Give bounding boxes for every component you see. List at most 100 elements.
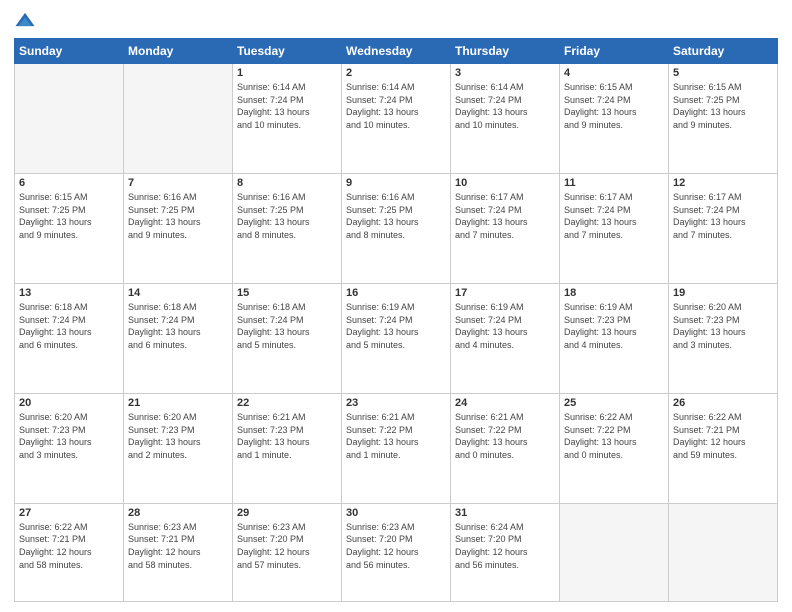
day-info: Sunrise: 6:22 AM Sunset: 7:21 PM Dayligh… bbox=[673, 411, 773, 461]
day-info: Sunrise: 6:19 AM Sunset: 7:24 PM Dayligh… bbox=[346, 301, 446, 351]
logo-icon bbox=[14, 10, 36, 32]
calendar-cell: 21 Sunrise: 6:20 AM Sunset: 7:23 PM Dayli… bbox=[124, 393, 233, 503]
calendar-cell: 8 Sunrise: 6:16 AM Sunset: 7:25 PM Daylig… bbox=[233, 173, 342, 283]
day-info: Sunrise: 6:15 AM Sunset: 7:25 PM Dayligh… bbox=[673, 81, 773, 131]
day-info: Sunrise: 6:18 AM Sunset: 7:24 PM Dayligh… bbox=[128, 301, 228, 351]
day-number: 25 bbox=[564, 397, 664, 409]
day-number: 22 bbox=[237, 397, 337, 409]
weekday-header-friday: Friday bbox=[560, 39, 669, 64]
day-info: Sunrise: 6:20 AM Sunset: 7:23 PM Dayligh… bbox=[19, 411, 119, 461]
calendar-cell: 11 Sunrise: 6:17 AM Sunset: 7:24 PM Dayli… bbox=[560, 173, 669, 283]
calendar-cell: 5 Sunrise: 6:15 AM Sunset: 7:25 PM Daylig… bbox=[669, 64, 778, 174]
day-info: Sunrise: 6:20 AM Sunset: 7:23 PM Dayligh… bbox=[128, 411, 228, 461]
logo bbox=[14, 10, 40, 32]
calendar-cell: 13 Sunrise: 6:18 AM Sunset: 7:24 PM Dayli… bbox=[15, 283, 124, 393]
day-number: 8 bbox=[237, 177, 337, 189]
day-info: Sunrise: 6:19 AM Sunset: 7:24 PM Dayligh… bbox=[455, 301, 555, 351]
calendar-cell: 3 Sunrise: 6:14 AM Sunset: 7:24 PM Daylig… bbox=[451, 64, 560, 174]
day-number: 9 bbox=[346, 177, 446, 189]
weekday-header-thursday: Thursday bbox=[451, 39, 560, 64]
day-number: 1 bbox=[237, 67, 337, 79]
day-number: 23 bbox=[346, 397, 446, 409]
calendar-cell: 9 Sunrise: 6:16 AM Sunset: 7:25 PM Daylig… bbox=[342, 173, 451, 283]
day-number: 16 bbox=[346, 287, 446, 299]
day-info: Sunrise: 6:17 AM Sunset: 7:24 PM Dayligh… bbox=[564, 191, 664, 241]
calendar-cell: 19Sunrise: 6:20 AM Sunset: 7:23 PM Dayli… bbox=[669, 283, 778, 393]
day-number: 15 bbox=[237, 287, 337, 299]
day-number: 20 bbox=[19, 397, 119, 409]
calendar-cell bbox=[124, 64, 233, 174]
day-info: Sunrise: 6:21 AM Sunset: 7:23 PM Dayligh… bbox=[237, 411, 337, 461]
day-number: 18 bbox=[564, 287, 664, 299]
calendar-cell: 20 Sunrise: 6:20 AM Sunset: 7:23 PM Dayli… bbox=[15, 393, 124, 503]
day-number: 21 bbox=[128, 397, 228, 409]
day-number: 2 bbox=[346, 67, 446, 79]
day-info: Sunrise: 6:17 AM Sunset: 7:24 PM Dayligh… bbox=[673, 191, 773, 241]
day-info: Sunrise: 6:14 AM Sunset: 7:24 PM Dayligh… bbox=[455, 81, 555, 131]
day-number: 6 bbox=[19, 177, 119, 189]
day-info: Sunrise: 6:15 AM Sunset: 7:24 PM Dayligh… bbox=[564, 81, 664, 131]
calendar-cell: 23 Sunrise: 6:21 AM Sunset: 7:22 PM Dayli… bbox=[342, 393, 451, 503]
day-info: Sunrise: 6:22 AM Sunset: 7:22 PM Dayligh… bbox=[564, 411, 664, 461]
day-number: 11 bbox=[564, 177, 664, 189]
day-info: Sunrise: 6:16 AM Sunset: 7:25 PM Dayligh… bbox=[346, 191, 446, 241]
weekday-header-wednesday: Wednesday bbox=[342, 39, 451, 64]
calendar-cell: 18Sunrise: 6:19 AM Sunset: 7:23 PM Dayli… bbox=[560, 283, 669, 393]
calendar-cell: 27 Sunrise: 6:22 AM Sunset: 7:21 PM Dayli… bbox=[15, 503, 124, 601]
day-number: 10 bbox=[455, 177, 555, 189]
calendar-cell: 6 Sunrise: 6:15 AM Sunset: 7:25 PM Daylig… bbox=[15, 173, 124, 283]
calendar-cell: 15 Sunrise: 6:18 AM Sunset: 7:24 PM Dayli… bbox=[233, 283, 342, 393]
calendar-week-row: 20 Sunrise: 6:20 AM Sunset: 7:23 PM Dayli… bbox=[15, 393, 778, 503]
calendar-week-row: 6 Sunrise: 6:15 AM Sunset: 7:25 PM Daylig… bbox=[15, 173, 778, 283]
day-info: Sunrise: 6:16 AM Sunset: 7:25 PM Dayligh… bbox=[128, 191, 228, 241]
day-info: Sunrise: 6:21 AM Sunset: 7:22 PM Dayligh… bbox=[455, 411, 555, 461]
day-info: Sunrise: 6:18 AM Sunset: 7:24 PM Dayligh… bbox=[237, 301, 337, 351]
weekday-header-row: SundayMondayTuesdayWednesdayThursdayFrid… bbox=[15, 39, 778, 64]
day-number: 7 bbox=[128, 177, 228, 189]
calendar-cell bbox=[669, 503, 778, 601]
calendar-cell: 25 Sunrise: 6:22 AM Sunset: 7:22 PM Dayli… bbox=[560, 393, 669, 503]
weekday-header-tuesday: Tuesday bbox=[233, 39, 342, 64]
weekday-header-monday: Monday bbox=[124, 39, 233, 64]
day-number: 17 bbox=[455, 287, 555, 299]
day-number: 24 bbox=[455, 397, 555, 409]
calendar-cell: 30Sunrise: 6:23 AM Sunset: 7:20 PM Dayli… bbox=[342, 503, 451, 601]
calendar-cell: 2 Sunrise: 6:14 AM Sunset: 7:24 PM Daylig… bbox=[342, 64, 451, 174]
calendar-table: SundayMondayTuesdayWednesdayThursdayFrid… bbox=[14, 38, 778, 602]
calendar-cell: 26Sunrise: 6:22 AM Sunset: 7:21 PM Dayli… bbox=[669, 393, 778, 503]
day-info: Sunrise: 6:21 AM Sunset: 7:22 PM Dayligh… bbox=[346, 411, 446, 461]
calendar-week-row: 1 Sunrise: 6:14 AM Sunset: 7:24 PM Daylig… bbox=[15, 64, 778, 174]
day-number: 27 bbox=[19, 507, 119, 519]
day-number: 19 bbox=[673, 287, 773, 299]
calendar-cell: 14Sunrise: 6:18 AM Sunset: 7:24 PM Dayli… bbox=[124, 283, 233, 393]
calendar-cell: 10 Sunrise: 6:17 AM Sunset: 7:24 PM Dayli… bbox=[451, 173, 560, 283]
calendar-cell: 29Sunrise: 6:23 AM Sunset: 7:20 PM Dayli… bbox=[233, 503, 342, 601]
calendar-cell: 1Sunrise: 6:14 AM Sunset: 7:24 PM Daylig… bbox=[233, 64, 342, 174]
day-info: Sunrise: 6:16 AM Sunset: 7:25 PM Dayligh… bbox=[237, 191, 337, 241]
calendar-cell bbox=[560, 503, 669, 601]
day-info: Sunrise: 6:18 AM Sunset: 7:24 PM Dayligh… bbox=[19, 301, 119, 351]
calendar-cell: 4 Sunrise: 6:15 AM Sunset: 7:24 PM Daylig… bbox=[560, 64, 669, 174]
day-number: 12 bbox=[673, 177, 773, 189]
day-number: 13 bbox=[19, 287, 119, 299]
day-info: Sunrise: 6:23 AM Sunset: 7:21 PM Dayligh… bbox=[128, 521, 228, 571]
day-info: Sunrise: 6:17 AM Sunset: 7:24 PM Dayligh… bbox=[455, 191, 555, 241]
day-info: Sunrise: 6:23 AM Sunset: 7:20 PM Dayligh… bbox=[346, 521, 446, 571]
day-number: 5 bbox=[673, 67, 773, 79]
calendar-week-row: 27 Sunrise: 6:22 AM Sunset: 7:21 PM Dayli… bbox=[15, 503, 778, 601]
day-number: 4 bbox=[564, 67, 664, 79]
weekday-header-saturday: Saturday bbox=[669, 39, 778, 64]
day-info: Sunrise: 6:23 AM Sunset: 7:20 PM Dayligh… bbox=[237, 521, 337, 571]
day-number: 31 bbox=[455, 507, 555, 519]
calendar-cell: 28 Sunrise: 6:23 AM Sunset: 7:21 PM Dayli… bbox=[124, 503, 233, 601]
day-info: Sunrise: 6:15 AM Sunset: 7:25 PM Dayligh… bbox=[19, 191, 119, 241]
day-number: 3 bbox=[455, 67, 555, 79]
day-info: Sunrise: 6:22 AM Sunset: 7:21 PM Dayligh… bbox=[19, 521, 119, 571]
calendar-cell: 22 Sunrise: 6:21 AM Sunset: 7:23 PM Dayli… bbox=[233, 393, 342, 503]
calendar-cell: 12 Sunrise: 6:17 AM Sunset: 7:24 PM Dayli… bbox=[669, 173, 778, 283]
calendar-cell: 31Sunrise: 6:24 AM Sunset: 7:20 PM Dayli… bbox=[451, 503, 560, 601]
calendar-cell: 16 Sunrise: 6:19 AM Sunset: 7:24 PM Dayli… bbox=[342, 283, 451, 393]
day-info: Sunrise: 6:14 AM Sunset: 7:24 PM Dayligh… bbox=[346, 81, 446, 131]
weekday-header-sunday: Sunday bbox=[15, 39, 124, 64]
day-number: 28 bbox=[128, 507, 228, 519]
